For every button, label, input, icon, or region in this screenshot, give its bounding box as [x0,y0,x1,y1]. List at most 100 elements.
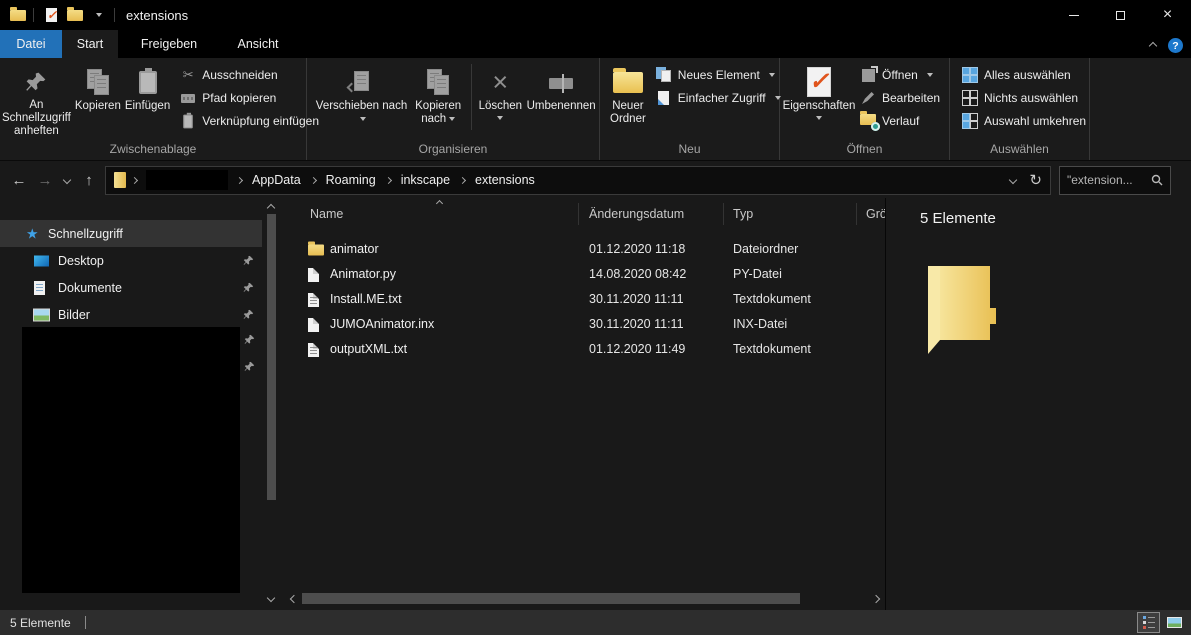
file-date: 01.12.2020 11:49 [589,342,685,356]
status-divider [85,616,86,629]
close-icon: × [1163,7,1172,23]
copy-path-button[interactable]: Pfad kopieren [180,90,319,106]
pushpin-icon [25,71,47,93]
move-to-button[interactable]: Verschieben nach [313,60,410,138]
documents-icon [34,281,45,295]
properties-icon: ✓ [46,8,57,22]
help-icon[interactable]: ? [1168,38,1183,53]
history-button[interactable]: Verlauf [860,113,940,129]
breadcrumb-segment-extensions[interactable]: extensions [473,173,537,187]
titlebar: ✓ extensions × [0,0,1191,30]
copy-to-button[interactable]: Kopieren nach [410,60,466,138]
tab-file[interactable]: Datei [0,30,62,58]
minimize-icon [1069,15,1079,16]
back-button[interactable]: ← [6,167,32,193]
breadcrumb-segment-inkscape[interactable]: inkscape [399,173,452,187]
sidebar-item-pictures[interactable]: Bilder [0,301,262,328]
qat-new-folder-button[interactable] [62,0,88,30]
column-divider[interactable] [856,203,857,225]
details-view-button[interactable] [1137,612,1160,633]
sidebar-item-documents[interactable]: Dokumente [0,274,262,301]
scroll-down-icon[interactable] [267,594,275,602]
tab-share[interactable]: Freigeben [126,30,212,58]
pictures-icon [34,309,49,320]
file-row-install-me[interactable]: Install.ME.txt 30.11.2020 11:11 Textdoku… [285,287,885,312]
qat-properties-button[interactable]: ✓ [41,0,62,30]
address-bar[interactable]: AppData Roaming inkscape extensions ↻ [105,166,1051,195]
breadcrumb-segment-roaming[interactable]: Roaming [324,173,378,187]
breadcrumb-segment-appdata[interactable]: AppData [250,173,303,187]
invert-selection-button[interactable]: Auswahl umkehren [962,113,1086,129]
minimize-button[interactable] [1050,0,1097,30]
chevron-down-icon [497,116,503,120]
column-header-type[interactable]: Typ [733,207,753,221]
column-header-size[interactable]: Größe [866,207,885,221]
group-label-select: Auswählen [950,142,1089,156]
new-folder-button[interactable]: Neuer Ordner [608,60,648,138]
tab-view[interactable]: Ansicht [218,30,298,58]
column-header-name[interactable]: Name [310,207,343,221]
file-row-outputxml[interactable]: outputXML.txt 01.12.2020 11:49 Textdokum… [285,337,885,362]
refresh-icon[interactable]: ↻ [1029,171,1042,189]
ribbon-group-select: Alles auswählen Nichts auswählen Auswahl… [950,58,1090,160]
pin-icon[interactable] [244,361,255,372]
history-label: Verlauf [882,114,919,128]
paste-button[interactable]: Einfügen [123,60,172,138]
scrollbar-thumb[interactable] [267,214,276,500]
open-button[interactable]: Öffnen [860,67,940,83]
location-folder-icon [114,172,126,188]
search-input[interactable]: "extension... [1067,173,1151,187]
file-name: Install.ME.txt [330,292,402,306]
delete-button[interactable]: × Löschen [477,60,523,138]
tab-start[interactable]: Start [62,30,118,58]
scroll-right-icon[interactable] [872,595,880,603]
column-header-date[interactable]: Änderungsdatum [589,207,684,221]
file-row-jumoanimator[interactable]: JUMOAnimator.inx 30.11.2020 11:11 INX-Da… [285,312,885,337]
column-divider[interactable] [723,203,724,225]
forward-button[interactable]: → [32,167,58,193]
column-divider[interactable] [578,203,579,225]
collapse-ribbon-icon[interactable] [1149,41,1157,49]
file-row-animator-py[interactable]: Animator.py 14.08.2020 08:42 PY-Datei [285,262,885,287]
pin-to-quick-access-button[interactable]: An Schnellzugriff anheften [0,60,73,138]
select-all-button[interactable]: Alles auswählen [962,67,1086,83]
rename-button[interactable]: Umbenennen [523,60,599,138]
sidebar-scrollbar[interactable] [262,198,281,610]
scroll-up-icon[interactable] [267,204,275,212]
file-icon [308,318,319,332]
folder-preview-icon [924,262,1000,362]
sidebar-item-quick-access[interactable]: ★ Schnellzugriff [0,220,262,247]
new-folder-icon [67,10,83,21]
explorer-window: ✓ extensions × Datei Start Freigeben Ans… [0,0,1191,635]
scrollbar-thumb[interactable] [302,593,800,604]
thumbnail-view-button[interactable] [1163,612,1186,633]
window-controls: × [1050,0,1191,30]
new-item-label: Neues Element [678,68,760,82]
new-item-button[interactable]: Neues Element [656,67,781,83]
file-row-animator[interactable]: animator 01.12.2020 11:18 Dateiordner [285,237,885,262]
paste-shortcut-button[interactable]: Verknüpfung einfügen [180,113,319,129]
easy-access-button[interactable]: Einfacher Zugriff [656,90,781,106]
qat-customize-button[interactable] [88,0,107,30]
horizontal-scrollbar[interactable] [285,590,885,607]
pin-icon[interactable] [244,334,255,345]
close-button[interactable]: × [1144,0,1191,30]
up-button[interactable]: ↑ [76,167,102,193]
select-none-button[interactable]: Nichts auswählen [962,90,1086,106]
sidebar-item-desktop[interactable]: Desktop [0,247,262,274]
recent-locations-button[interactable] [58,167,76,193]
scroll-left-icon[interactable] [290,595,298,603]
pin-icon[interactable] [243,282,254,293]
copy-button[interactable]: Kopieren [73,60,123,138]
maximize-button[interactable] [1097,0,1144,30]
cut-button[interactable]: ✂Ausschneiden [180,67,319,83]
pin-icon[interactable] [243,309,254,320]
properties-button[interactable]: ✓ Eigenschaften [786,60,852,138]
pin-icon[interactable] [243,255,254,266]
breadcrumb-separator-icon [236,176,243,183]
edit-button[interactable]: Bearbeiten [860,90,940,106]
address-dropdown-icon[interactable] [1009,176,1017,184]
group-label-open: Öffnen [780,142,949,156]
search-box[interactable]: "extension... [1059,166,1171,195]
file-date: 30.11.2020 11:11 [589,317,684,331]
